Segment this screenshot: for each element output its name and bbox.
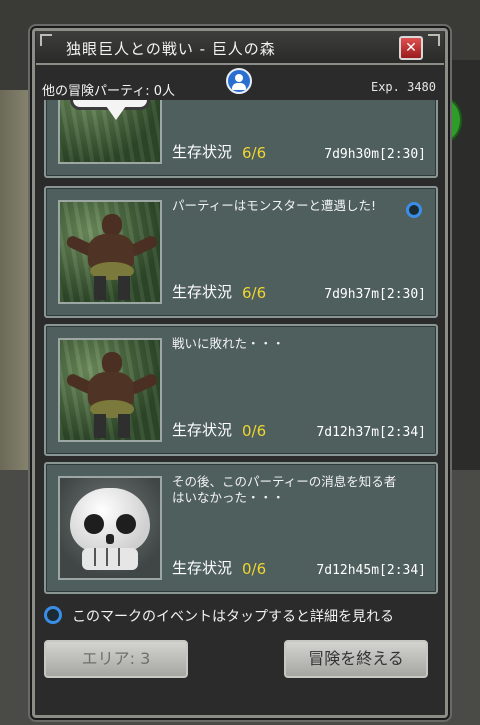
- background-scene-left: [0, 90, 34, 470]
- event-message: パーティーはモンスターと遭遇した!: [172, 198, 377, 213]
- survival-label: 生存状況: [172, 283, 233, 301]
- close-button[interactable]: ✕: [399, 36, 423, 60]
- user-icon[interactable]: [226, 68, 252, 94]
- survival-value: 0/6: [242, 560, 267, 578]
- survival-label: 生存状況: [172, 421, 233, 439]
- event-message: 戦いに敗れた・・・: [172, 336, 285, 351]
- detail-available-icon[interactable]: [406, 202, 422, 218]
- event-time: 7d9h37m[2:30]: [324, 287, 426, 302]
- event-time: 7d9h30m[2:30]: [324, 147, 426, 162]
- event-thumbnail: [58, 338, 162, 442]
- event-card: 生存状況 6/6 7d9h30m[2:30]: [44, 100, 438, 178]
- survival-label: 生存状況: [172, 559, 233, 577]
- corner-ornament: [428, 34, 440, 46]
- event-message: その後、このパーティーの消息を知る者はいなかった・・・: [172, 474, 397, 505]
- survival-value: 6/6: [242, 284, 267, 302]
- survival-value: 6/6: [242, 144, 267, 162]
- end-adventure-button[interactable]: 冒険を終える: [284, 640, 428, 678]
- event-thumbnail: [58, 476, 162, 580]
- event-list[interactable]: 生存状況 6/6 7d9h30m[2:30] パーティーはモンスターと遭遇した!…: [40, 100, 440, 596]
- corner-ornament: [40, 34, 52, 46]
- survival-label: 生存状況: [172, 143, 233, 161]
- event-time: 7d12h37m[2:34]: [316, 425, 426, 440]
- event-thumbnail: [58, 100, 162, 164]
- survival-value: 0/6: [242, 422, 267, 440]
- event-time: 7d12h45m[2:34]: [316, 563, 426, 578]
- event-thumbnail: [58, 200, 162, 304]
- event-card: 戦いに敗れた・・・ 生存状況 0/6 7d12h37m[2:34]: [44, 324, 438, 456]
- window-title: 独眼巨人との戦い - 巨人の森: [66, 40, 276, 58]
- area-button[interactable]: エリア: 3: [44, 640, 188, 678]
- other-party-count: 他の冒険パーティ: 0人: [42, 84, 176, 99]
- event-card[interactable]: パーティーはモンスターと遭遇した! 生存状況 6/6 7d9h37m[2:30]: [44, 186, 438, 318]
- exp-value: Exp. 3480: [370, 80, 436, 94]
- detail-legend-text: このマークのイベントはタップすると詳細を見れる: [72, 609, 394, 625]
- detail-mark-icon: [44, 606, 62, 624]
- event-card: その後、このパーティーの消息を知る者はいなかった・・・ 生存状況 0/6 7d1…: [44, 462, 438, 594]
- skull-icon: [70, 488, 150, 552]
